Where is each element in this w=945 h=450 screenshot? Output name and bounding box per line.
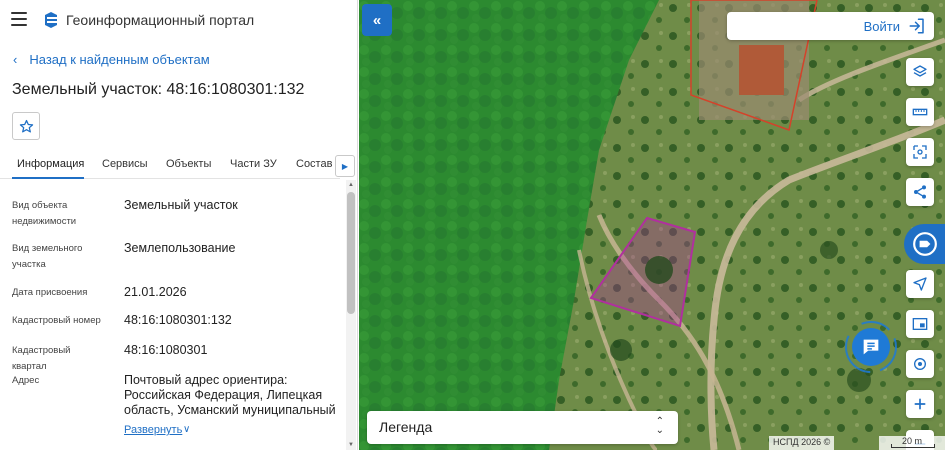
picture-in-picture-button[interactable] — [906, 310, 934, 338]
chevron-left-icon: ‹ — [13, 52, 18, 67]
hamburger-icon[interactable] — [11, 12, 27, 26]
chevron-down-icon: ∨ — [183, 424, 191, 435]
layers-button[interactable] — [906, 58, 934, 86]
tab-composition[interactable]: Состав — [296, 158, 332, 170]
collapse-panel-button[interactable]: « — [362, 4, 392, 36]
back-link-label: Назад к найденным объектам — [29, 52, 210, 67]
map-attribution: НСПД 2026 © — [769, 436, 835, 450]
info-label: Вид объекта недвижимости — [12, 200, 77, 227]
scroll-up-arrow-icon[interactable]: ▲ — [346, 180, 356, 190]
navigate-icon — [913, 277, 927, 291]
legend-dropdown[interactable]: Легенда ⌃ ⌄ — [367, 411, 678, 444]
chat-icon — [863, 339, 879, 355]
map-view[interactable]: « Войти Легенда ⌃ ⌄ НСПД 2026 © 20 m — [359, 0, 945, 450]
info-label: Дата присвоения — [12, 287, 88, 298]
info-label: Кадастровый номер — [12, 315, 101, 326]
top-bar: Геоинформационный портал — [0, 0, 357, 40]
picture-in-picture-icon — [912, 318, 928, 330]
navigate-button[interactable] — [906, 270, 934, 298]
app-title: Геоинформационный портал — [66, 12, 255, 28]
expand-link[interactable]: Развернуть — [124, 424, 182, 436]
tab-parts[interactable]: Части ЗУ — [230, 158, 277, 170]
chat-button[interactable] — [852, 328, 890, 366]
tab-objects[interactable]: Объекты — [166, 158, 211, 170]
info-label: Адрес — [12, 375, 40, 386]
tab-info[interactable]: Информация — [17, 158, 84, 170]
login-button[interactable]: Войти — [727, 12, 934, 40]
info-value: Земельный участок — [124, 198, 238, 212]
measure-button[interactable] — [906, 98, 934, 126]
info-value: 48:16:1080301:132 — [124, 313, 232, 327]
map-scale: 20 m — [879, 436, 945, 450]
satellite-imagery — [359, 0, 945, 450]
object-title: Земельный участок: 48:16:1080301:132 — [12, 81, 305, 98]
layers-icon — [913, 65, 927, 77]
login-label: Войти — [863, 18, 900, 34]
ruler-icon — [912, 108, 928, 116]
double-chevron-left-icon: « — [372, 11, 382, 29]
info-value: Землепользование — [124, 241, 236, 255]
scale-bar — [891, 444, 935, 448]
select-area-icon — [913, 145, 927, 159]
share-button[interactable] — [906, 178, 934, 206]
share-icon — [914, 185, 926, 199]
portal-logo-icon — [45, 12, 57, 28]
tab-services[interactable]: Сервисы — [102, 158, 148, 170]
locate-button[interactable] — [906, 350, 934, 378]
legend-label: Легенда — [379, 419, 433, 435]
scroll-thumb[interactable] — [347, 192, 355, 314]
chat-widget — [843, 319, 899, 375]
scroll-down-arrow-icon[interactable]: ▼ — [346, 440, 356, 450]
chevron-right-icon: ▶ — [341, 161, 349, 171]
zoom-in-button[interactable] — [906, 390, 934, 418]
active-tab-indicator — [12, 177, 84, 179]
tab-bar: Информация Сервисы Объекты Части ЗУ Сост… — [0, 149, 340, 179]
scrollbar[interactable]: ▲ ▼ — [346, 180, 356, 450]
app-root: Геоинформационный портал ‹ Назад к найде… — [0, 0, 945, 450]
login-icon — [909, 18, 924, 34]
info-list: Вид объекта недвижимости Земельный участ… — [0, 180, 345, 450]
tabs-scroll-right-button[interactable]: ▶ — [335, 155, 355, 177]
info-value: 48:16:1080301 — [124, 343, 208, 357]
map-widget-button[interactable] — [904, 224, 945, 264]
map-widget-icon — [912, 232, 937, 256]
star-icon — [19, 119, 33, 132]
info-label: Кадастровый квартал — [12, 345, 71, 372]
select-area-button[interactable] — [906, 138, 934, 166]
back-to-results-link[interactable]: ‹ Назад к найденным объектам — [13, 52, 210, 67]
favorite-button[interactable] — [12, 112, 40, 140]
sort-arrows-icon: ⌃ ⌄ — [655, 416, 664, 436]
zoom-in-icon — [914, 398, 926, 410]
locate-icon — [914, 358, 926, 370]
info-value: 21.01.2026 — [124, 285, 187, 299]
side-panel: Геоинформационный портал ‹ Назад к найде… — [0, 0, 358, 450]
info-label: Вид земельного участка — [12, 243, 83, 270]
info-value: Почтовый адрес ориентира: Российская Фед… — [124, 373, 336, 417]
